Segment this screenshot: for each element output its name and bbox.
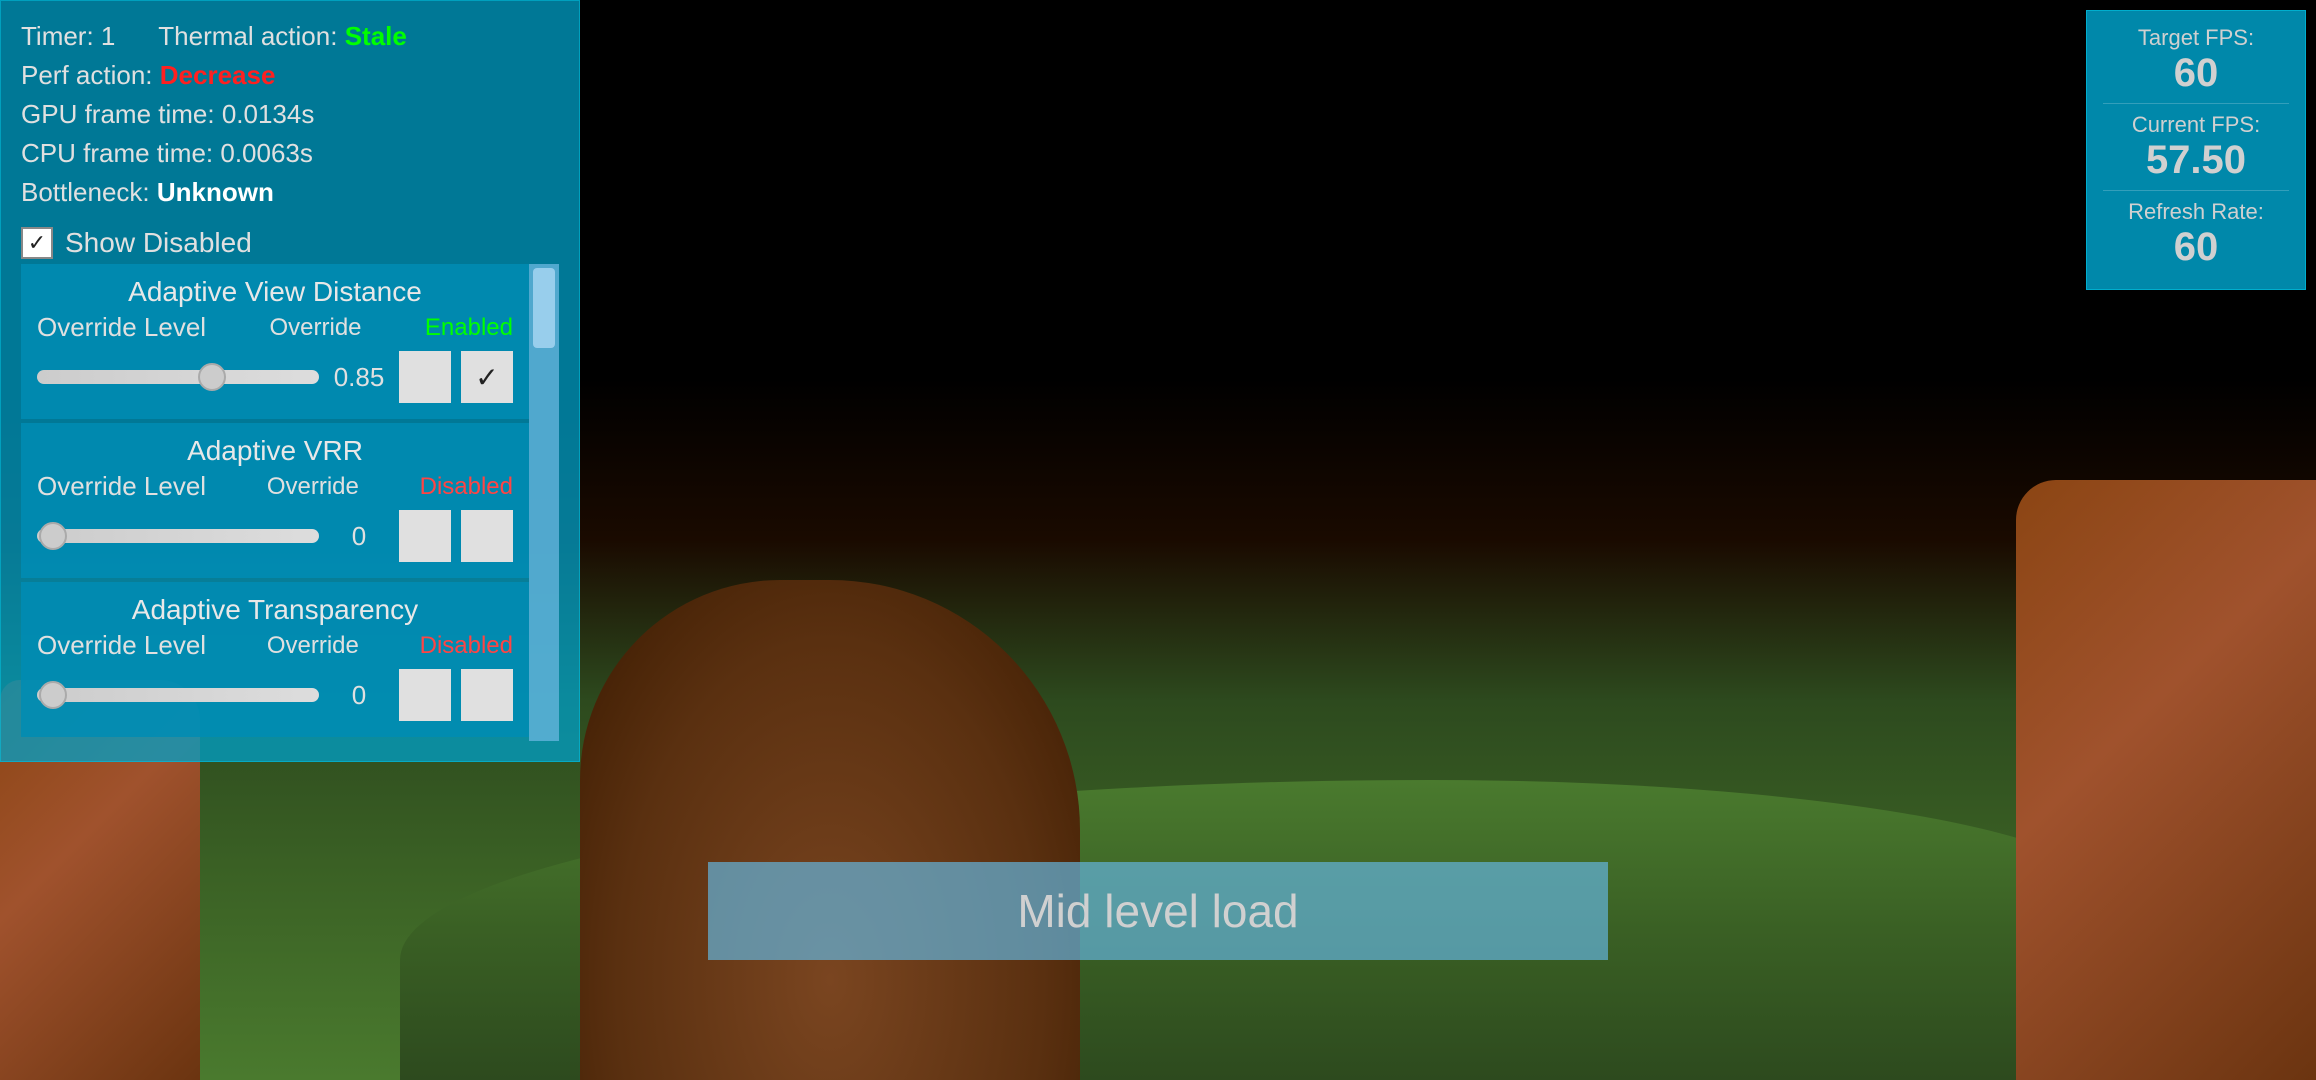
fps-target-value: 60 (2103, 51, 2289, 95)
section-title-1: Adaptive VRR (37, 435, 513, 467)
slider-thumb-2[interactable] (39, 681, 67, 709)
slider-thumb-0[interactable] (198, 363, 226, 391)
check-btn-2[interactable] (461, 669, 513, 721)
fps-target-row: Target FPS: 60 (2103, 25, 2289, 95)
override-row-2: Override Level Override Disabled (37, 630, 513, 661)
override-status-0: Enabled (425, 314, 513, 342)
slider-main: Adaptive View Distance Override Level Ov… (21, 264, 529, 741)
check-btn-1[interactable] (461, 510, 513, 562)
section-title-2: Adaptive Transparency (37, 594, 513, 626)
slider-value-1: 0 (329, 521, 389, 552)
override-status-1: Disabled (420, 473, 513, 501)
fps-divider-2 (2103, 190, 2289, 191)
override-status-2: Disabled (420, 632, 513, 660)
override-text-0: Override (269, 314, 361, 342)
bottleneck-row: Bottleneck: Unknown (21, 173, 559, 212)
override-row-0: Override Level Override Enabled (37, 312, 513, 343)
fps-divider-1 (2103, 103, 2289, 104)
override-level-label-1: Override Level (37, 471, 206, 502)
override-level-label-2: Override Level (37, 630, 206, 661)
fps-panel: Target FPS: 60 Current FPS: 57.50 Refres… (2086, 10, 2306, 290)
section-adaptive-view-distance: Adaptive View Distance Override Level Ov… (21, 264, 529, 419)
fps-current-value: 57.50 (2103, 138, 2289, 182)
fps-target-label: Target FPS: (2103, 25, 2289, 51)
slider-row-0: 0.85 ✓ (37, 351, 513, 403)
timer-label: Timer: 1 (21, 21, 115, 51)
debug-info: Timer: 1 Thermal action: Stale Perf acti… (21, 17, 559, 212)
thermal-action-label: Thermal action: (158, 21, 337, 51)
override-btn-2[interactable] (399, 669, 451, 721)
perf-action-value: Decrease (160, 60, 276, 90)
override-btn-0[interactable] (399, 351, 451, 403)
section-adaptive-transparency: Adaptive Transparency Override Level Ove… (21, 582, 529, 737)
timer-row: Timer: 1 Thermal action: Stale (21, 17, 559, 56)
slider-value-0: 0.85 (329, 362, 389, 393)
fps-refresh-label: Refresh Rate: (2103, 199, 2289, 225)
section-title-0: Adaptive View Distance (37, 276, 513, 308)
gpu-frame-time: GPU frame time: 0.0134s (21, 99, 314, 129)
slider-value-2: 0 (329, 680, 389, 711)
override-text-1: Override (267, 473, 359, 501)
fps-refresh-row: Refresh Rate: 60 (2103, 199, 2289, 269)
thermal-action-value: Stale (345, 21, 407, 51)
gpu-frame-time-row: GPU frame time: 0.0134s (21, 95, 559, 134)
mid-level-text: Mid level load (1017, 885, 1298, 937)
bottleneck-label: Bottleneck: (21, 177, 150, 207)
slider-sections: Adaptive View Distance Override Level Ov… (21, 264, 559, 741)
slider-row-1: 0 (37, 510, 513, 562)
slider-row-2: 0 (37, 669, 513, 721)
scrollbar-track[interactable] (529, 264, 559, 741)
fps-current-row: Current FPS: 57.50 (2103, 112, 2289, 182)
perf-action-label: Perf action: (21, 60, 153, 90)
slider-track-1[interactable] (37, 529, 319, 543)
checkmark-icon: ✓ (28, 230, 46, 256)
slider-track-2[interactable] (37, 688, 319, 702)
debug-panel: Timer: 1 Thermal action: Stale Perf acti… (0, 0, 580, 762)
override-btn-1[interactable] (399, 510, 451, 562)
slider-thumb-1[interactable] (39, 522, 67, 550)
show-disabled-row: ✓ Show Disabled (21, 222, 559, 264)
override-row-1: Override Level Override Disabled (37, 471, 513, 502)
show-disabled-label: Show Disabled (65, 222, 252, 264)
terrain-right (2016, 480, 2316, 1080)
section-adaptive-vrr: Adaptive VRR Override Level Override Dis… (21, 423, 529, 578)
cpu-frame-time-row: CPU frame time: 0.0063s (21, 134, 559, 173)
show-disabled-checkbox[interactable]: ✓ (21, 227, 53, 259)
scrollbar-thumb[interactable] (533, 268, 555, 348)
check-btn-0[interactable]: ✓ (461, 351, 513, 403)
check-icon-0: ✓ (475, 361, 498, 394)
bottleneck-value: Unknown (157, 177, 274, 207)
override-level-label-0: Override Level (37, 312, 206, 343)
fps-current-label: Current FPS: (2103, 112, 2289, 138)
mid-level-banner: Mid level load (708, 862, 1608, 960)
cpu-frame-time: CPU frame time: 0.0063s (21, 138, 313, 168)
fps-refresh-value: 60 (2103, 225, 2289, 269)
slider-track-0[interactable] (37, 370, 319, 384)
perf-action-row: Perf action: Decrease (21, 56, 559, 95)
terrain-rocks (580, 580, 1080, 1080)
override-text-2: Override (267, 632, 359, 660)
